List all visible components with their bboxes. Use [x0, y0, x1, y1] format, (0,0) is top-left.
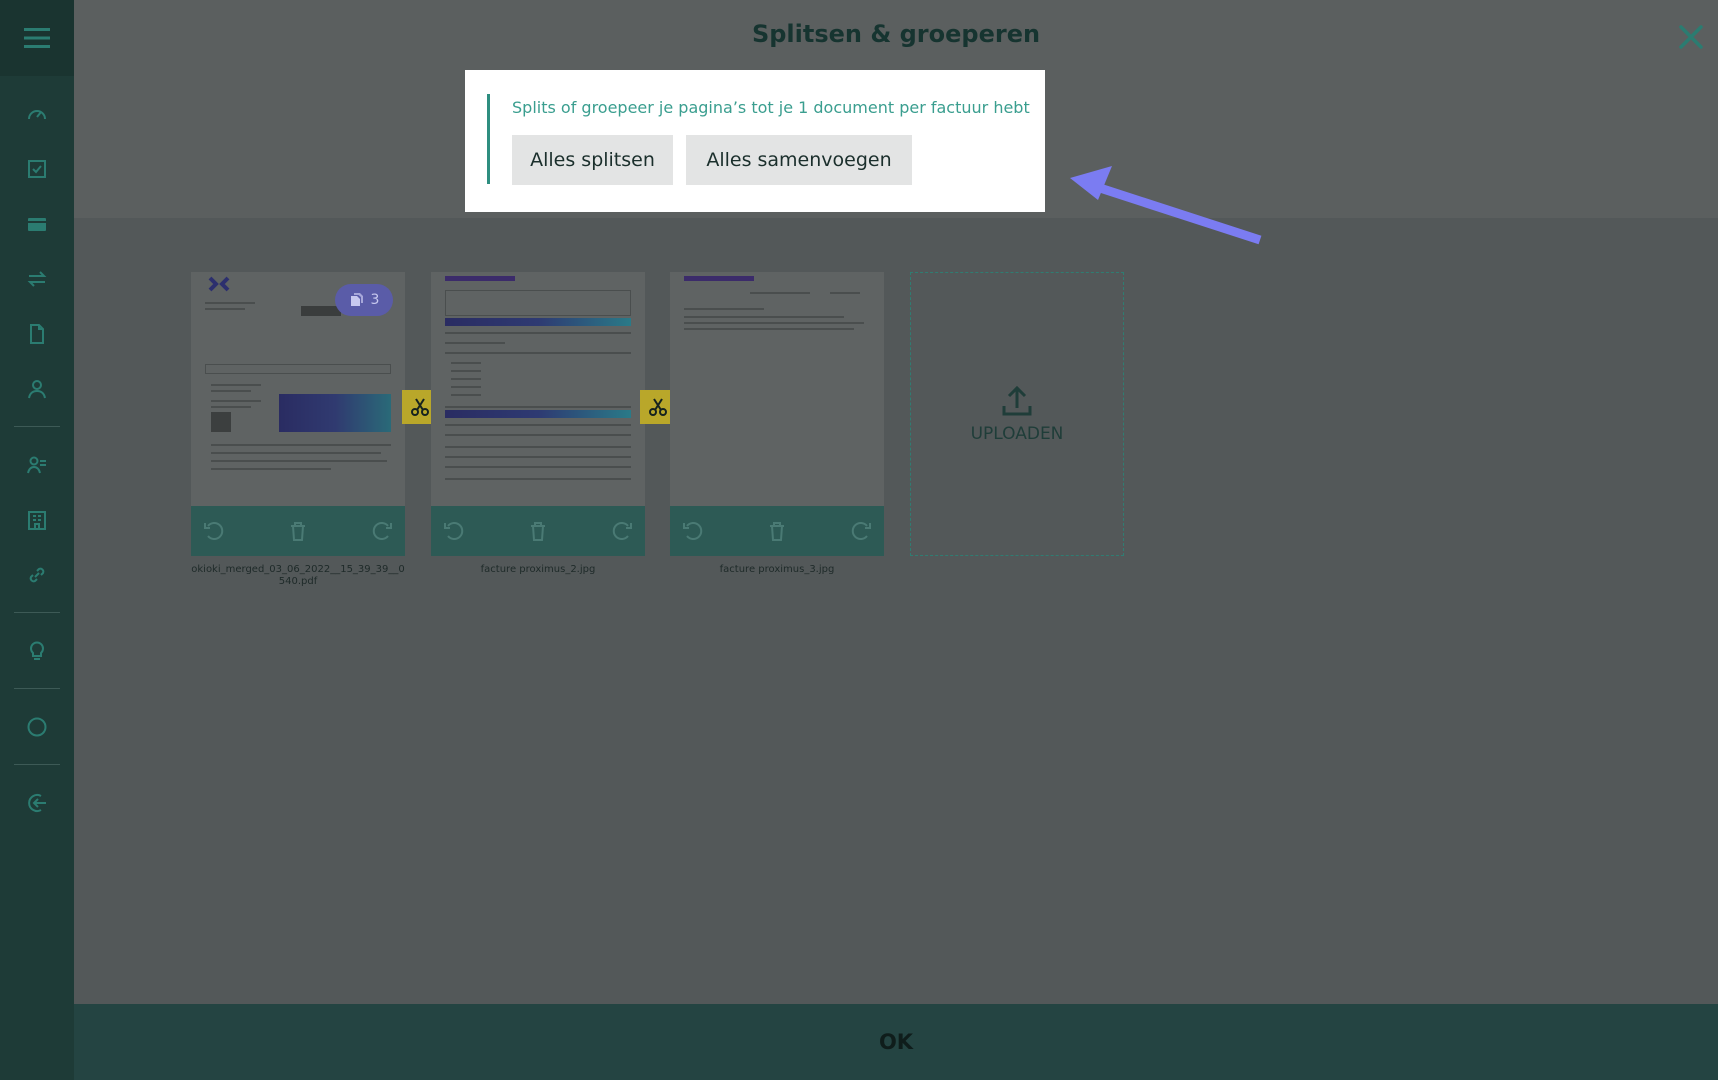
sidebar-divider [14, 426, 60, 427]
document-thumbnail[interactable]: 3 [191, 272, 405, 506]
arrow-icon [1070, 166, 1262, 245]
documents-area: 3 okioki_merged_03_06_2022__15_39_39__0 … [74, 218, 1718, 1004]
circle-icon [27, 717, 47, 736]
menu-button[interactable] [0, 0, 74, 76]
scissors-icon [649, 398, 667, 416]
upload-dropzone[interactable]: UPLOADEN [910, 272, 1124, 556]
document-thumbnail[interactable] [431, 272, 645, 506]
sidebar-divider [14, 612, 60, 613]
trash-icon[interactable] [287, 520, 309, 542]
rotate-left-icon[interactable] [203, 520, 225, 542]
page-count: 3 [370, 292, 380, 308]
document-filename: facture proximus_2.jpg [480, 564, 596, 575]
sidebar-item-dashboard[interactable] [0, 86, 74, 141]
split-merge-popover: Splits of groepeer je pagina’s tot je 1 … [465, 70, 1045, 212]
rotate-left-icon[interactable] [682, 520, 704, 542]
sidebar-item-contacts[interactable] [0, 437, 74, 492]
lightbulb-icon [30, 641, 44, 660]
logout-icon [28, 793, 46, 812]
sidebar-divider [14, 688, 60, 689]
document-card[interactable]: 3 okioki_merged_03_06_2022__15_39_39__0 … [191, 272, 405, 587]
sidebar-item-tips[interactable] [0, 623, 74, 678]
document-toolbar [191, 506, 405, 556]
checklist-icon [28, 159, 46, 178]
document-toolbar [670, 506, 884, 556]
sidebar-item-links[interactable] [0, 547, 74, 602]
sidebar-item-logout[interactable] [0, 775, 74, 830]
modal-footer: OK [74, 1004, 1718, 1080]
trash-icon[interactable] [766, 520, 788, 542]
document-filename: facture proximus_3.jpg [719, 564, 835, 575]
sidebar [0, 0, 74, 1080]
split-all-button[interactable]: Alles splitsen [512, 135, 673, 185]
sidebar-item-documents[interactable] [0, 306, 74, 361]
upload-label: UPLOADEN [970, 424, 1064, 444]
sidebar-item-tasks[interactable] [0, 141, 74, 196]
merge-all-button[interactable]: Alles samenvoegen [686, 135, 912, 185]
document-icon [30, 323, 44, 344]
popover-hint: Splits of groepeer je pagina’s tot je 1 … [512, 98, 1030, 117]
rotate-right-icon[interactable] [850, 520, 872, 542]
document-toolbar [431, 506, 645, 556]
dashboard-icon [28, 109, 46, 119]
document-card[interactable]: facture proximus_2.jpg [431, 272, 645, 575]
users-icon [28, 379, 46, 398]
pages-icon [350, 293, 363, 306]
trash-icon[interactable] [527, 520, 549, 542]
close-icon [1679, 25, 1703, 49]
menu-icon [24, 28, 50, 48]
modal-header: Splitsen & groeperen [74, 0, 1718, 76]
sidebar-item-transactions[interactable] [0, 251, 74, 306]
contact-icon [27, 456, 46, 473]
rotate-right-icon[interactable] [371, 520, 393, 542]
sidebar-item-status[interactable] [0, 699, 74, 754]
proximus-logo-icon [208, 276, 230, 292]
building-icon [28, 510, 46, 530]
sidebar-divider [14, 764, 60, 765]
popover-accent-bar [487, 94, 490, 184]
document-thumbnail[interactable] [670, 272, 884, 506]
transfer-icon [27, 270, 47, 287]
sidebar-item-companies[interactable] [0, 492, 74, 547]
document-card[interactable]: facture proximus_3.jpg [670, 272, 884, 575]
ok-button[interactable]: OK [879, 1030, 913, 1054]
close-button[interactable] [1676, 22, 1706, 52]
sidebar-item-users[interactable] [0, 361, 74, 416]
rotate-right-icon[interactable] [611, 520, 633, 542]
rotate-left-icon[interactable] [443, 520, 465, 542]
document-filename: okioki_merged_03_06_2022__15_39_39__0 54… [191, 564, 405, 587]
link-icon [29, 567, 45, 582]
sidebar-item-payments[interactable] [0, 196, 74, 251]
page-title: Splitsen & groeperen [751, 20, 1041, 48]
upload-icon [1002, 385, 1032, 416]
page-count-badge: 3 [335, 284, 393, 316]
scissors-icon [411, 398, 429, 416]
card-icon [28, 217, 46, 231]
